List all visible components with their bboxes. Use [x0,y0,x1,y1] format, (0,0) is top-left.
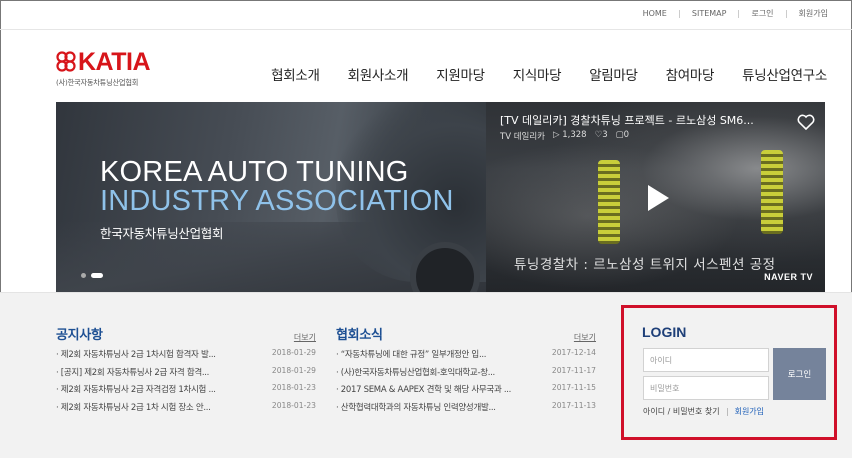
list-item[interactable]: · 제2회 자동차튜닝사 2급 1차 시험 장소 안... 2018-01-23 [56,401,316,419]
news-board: 협회소식 더보기 · “자동차튜닝에 대한 규정” 일부개정안 입... 2017… [336,324,596,418]
list-item[interactable]: · 2017 SEMA & AAPEX 견학 및 해당 사무국과 ... 2017… [336,383,596,401]
join-link[interactable]: 회원가입 [735,406,764,417]
notice-title[interactable]: 공지사항 [56,324,103,343]
video-plays: ▷ 1,328 [553,130,587,140]
video-channel: TV 데일리카 [500,132,545,142]
list-item-date: 2018-01-29 [271,348,316,357]
video-player[interactable]: [TV 데일리카] 경찰차튜닝 프로젝트 - 르노삼성 SM6... TV 데일… [486,102,825,292]
list-item-date: 2018-01-29 [271,365,316,375]
video-meta: TV 데일리카 ▷ 1,328 ♡3 ▢0 [500,130,629,142]
list-item[interactable]: · (사)한국자동차튜닝산업협회-호익대학교-창... 2017-11-17 [336,366,596,384]
main-nav: 협회소개 회원사소개 지원마당 지식마당 알림마당 참여마당 튜닝산업연구소 [271,64,827,84]
notice-board: 공지사항 더보기 · 제2회 자동차튜닝사 2급 1차시험 합격자 발... 20… [56,324,316,418]
header-divider [0,29,852,30]
utility-nav: HOME SITEMAP 로그인 회원가입 [643,8,828,19]
logo-subtitle: (사)한국자동차튜닝산업협회 [56,78,139,87]
list-item[interactable]: · “자동차튜닝에 대한 규정” 일부개정안 입... 2017-12-14 [336,348,596,366]
play-icon[interactable] [638,180,674,216]
news-list: · “자동차튜닝에 대한 규정” 일부개정안 입... 2017-12-14 · … [336,348,596,418]
list-item-title[interactable]: · 제2회 자동차튜닝사 2급 자격검정 1차시험 ... [56,383,248,395]
util-join-link[interactable]: 회원가입 [799,8,828,19]
util-home-link[interactable]: HOME [643,9,667,18]
video-comments: ▢0 [615,130,630,140]
list-item-title[interactable]: · “자동차튜닝에 대한 규정” 일부개정안 입... [336,348,528,360]
divider [738,9,740,18]
hero-pager [81,273,103,278]
logo-wordmark: KATIA [78,48,151,76]
hero-title-line2: INDUSTRY ASSOCIATION [100,185,454,217]
login-title: LOGIN [642,324,687,340]
list-item-date: 2017-11-13 [551,400,596,410]
notice-more-link[interactable]: 더보기 [294,332,316,343]
list-item-title[interactable]: · (사)한국자동차튜닝산업협회-호익대학교-창... [336,366,528,378]
util-login-link[interactable]: 로그인 [751,8,773,19]
site-logo[interactable]: KATIA (사)한국자동차튜닝산업협회 [56,48,176,91]
hero-pager-dot-active[interactable] [91,273,103,278]
hero-banner[interactable]: KOREA AUTO TUNING INDUSTRY ASSOCIATION 한… [56,102,486,292]
list-item-title[interactable]: · 제2회 자동차튜닝사 2급 1차 시험 장소 안... [56,401,248,413]
nav-item-knowledge[interactable]: 지식마당 [513,64,562,84]
list-item[interactable]: · [공지] 제2회 자동차튜닝사 2급 자격 합격... 2018-01-29 [56,366,316,384]
util-sitemap-link[interactable]: SITEMAP [692,9,727,18]
video-title[interactable]: [TV 데일리카] 경찰차튜닝 프로젝트 - 르노삼성 SM6... [500,112,780,128]
divider [726,407,728,416]
nav-item-research[interactable]: 튜닝산업연구소 [742,64,827,84]
hero-pager-dot[interactable] [81,273,86,278]
divider [678,9,680,18]
login-links: 아이디 / 비밀번호 찾기 회원가입 [643,406,764,417]
list-item[interactable]: · 제2회 자동차튜닝사 2급 자격검정 1차시험 ... 2018-01-23 [56,383,316,401]
news-title[interactable]: 협회소식 [336,324,383,343]
video-likes: ♡3 [594,130,608,140]
list-item-date: 2018-01-23 [271,383,316,393]
nav-item-support[interactable]: 지원마당 [436,64,485,84]
find-account-link[interactable]: 아이디 / 비밀번호 찾기 [643,406,720,417]
list-item-date: 2017-11-17 [551,365,596,375]
news-header: 협회소식 더보기 [336,324,596,344]
nav-item-participation[interactable]: 참여마당 [666,64,715,84]
divider [785,9,787,18]
list-item-date: 2017-12-14 [551,348,596,357]
notice-list: · 제2회 자동차튜닝사 2급 1차시험 합격자 발... 2018-01-29 … [56,348,316,418]
list-item-title[interactable]: · 2017 SEMA & AAPEX 견학 및 해당 사무국과 ... [336,383,528,395]
login-password-input[interactable] [643,376,769,400]
login-button[interactable]: 로그인 [773,348,826,400]
list-item-date: 2017-11-15 [551,383,596,393]
list-item[interactable]: · 제2회 자동차튜닝사 2급 1차시험 합격자 발... 2018-01-29 [56,348,316,366]
list-item-title[interactable]: · 제2회 자동차튜닝사 2급 1차시험 합격자 발... [56,348,248,360]
notice-header: 공지사항 더보기 [56,324,316,344]
katia-logo-icon [56,51,76,72]
news-more-link[interactable]: 더보기 [574,332,596,343]
video-caption: 튜닝경찰차 : 르노삼성 트위지 서스펜션 공정 [514,257,776,273]
nav-item-members[interactable]: 회원사소개 [348,64,409,84]
list-item-title[interactable]: · [공지] 제2회 자동차튜닝사 2급 자격 합격... [56,366,248,378]
list-item-title[interactable]: · 산학협력대학과의 자동차튜닝 인력양성개발... [336,401,528,413]
hero-subtitle: 한국자동차튜닝산업협회 [100,226,224,241]
video-coilover-image [761,150,783,234]
heart-icon[interactable] [797,114,815,130]
video-coilover-image [598,160,620,244]
nav-item-about[interactable]: 협회소개 [271,64,320,84]
nav-item-notice[interactable]: 알림마당 [589,64,638,84]
login-id-input[interactable] [643,348,769,372]
list-item-date: 2018-01-23 [271,400,316,410]
list-item[interactable]: · 산학협력대학과의 자동차튜닝 인력양성개발... 2017-11-13 [336,401,596,419]
naver-tv-logo: NAVER TV [764,272,813,282]
